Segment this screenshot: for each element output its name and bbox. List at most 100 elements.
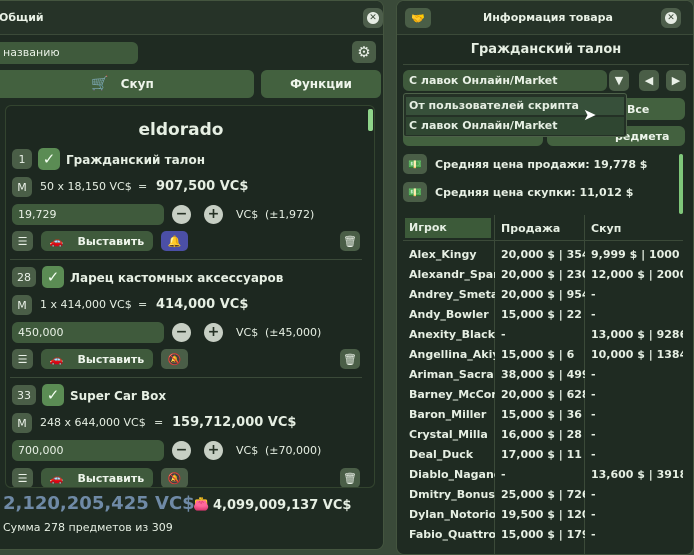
table-cell-buy: 10,000 $ | 1384 [591,348,683,361]
gear-icon: ⚙ [357,43,371,61]
table-cell-buy: - [591,288,596,301]
mouse-cursor-icon: ➤ [583,105,597,124]
info-scrollbar[interactable] [679,154,683,214]
search-input[interactable]: названию [0,42,138,64]
item-checkbox[interactable]: ✓ [38,148,60,170]
table-cell-player: Dylan_Notorio [409,508,495,521]
table-cell-player: Deal_Duck [409,448,474,461]
place-button[interactable]: 🚗 Выставить [41,231,153,251]
cart-icon: 🛒 [91,76,109,92]
trash-icon: 🗑 [343,234,357,248]
notify-toggle[interactable]: 🔕 [161,349,188,369]
table-cell-sell: - [501,328,506,341]
increase-button[interactable]: + [204,441,223,460]
delete-button[interactable]: 🗑 [340,349,360,369]
general-window: Общий ✕ названию ⚙ 🛒 Скуп Функции eldora… [0,0,384,550]
chevron-down-icon: ▼ [614,74,624,87]
window-title: Общий [0,11,44,24]
table-cell-buy: - [591,528,596,541]
divider [403,64,689,65]
mode-badge[interactable]: M [12,177,32,197]
notify-toggle[interactable]: 🔔 [161,231,188,251]
close-icon: ✕ [367,12,379,24]
list-icon: ☰ [17,471,28,485]
decrease-button[interactable]: − [172,323,191,342]
decrease-button[interactable]: − [172,205,191,224]
list-button[interactable]: ☰ [12,349,33,369]
wallet-total: 4,099,009,137 VC$ [213,498,352,513]
table-cell-player: Diablo_Nagano [409,468,495,481]
trash-icon: 🗑 [343,352,357,366]
chevron-left-icon: ◀ [644,74,654,87]
table-cell-sell: 16,000 $ | 28 [501,428,582,441]
dropdown-arrow-button[interactable]: ▼ [609,70,629,91]
shop-items-panel: eldorado 1 ✓ Гражданский талон M 50 x 18… [5,105,375,488]
table-cell-sell: 20,000 $ | 628 [501,388,585,401]
item-total: 414,000 VC$ [156,297,249,312]
item-total: 907,500 VC$ [156,179,249,194]
functions-button[interactable]: Функции [261,70,381,98]
avg-buy-price: Средняя цена скупки: 11,012 $ [435,186,634,199]
table-cell-buy: 13,600 $ | 3918 [591,468,683,481]
mode-badge[interactable]: M [12,413,32,433]
table-cell-player: Fabio_Quattro [409,528,495,541]
list-button[interactable]: ☰ [12,231,33,251]
item-checkbox[interactable]: ✓ [42,266,64,288]
place-button[interactable]: 🚗 Выставить [41,349,153,369]
table-cell-sell: 25,000 $ | 726 [501,488,585,501]
table-cell-sell: 20,000 $ | 9545 [501,288,585,301]
close-button[interactable]: ✕ [661,8,681,28]
header-player[interactable]: Игрок [405,218,491,238]
settings-button[interactable]: ⚙ [352,41,376,63]
delete-button[interactable]: 🗑 [340,231,360,251]
table-cell-sell: - [501,468,506,481]
increase-button[interactable]: + [204,205,223,224]
price-input[interactable]: 450,000 [12,322,164,343]
table-cell-player: Anexity_Black [409,328,495,341]
handshake-button[interactable]: 🤝 [405,8,431,28]
table-cell-buy: - [591,428,596,441]
place-button[interactable]: 🚗 Выставить [41,468,153,487]
next-button[interactable]: ▶ [666,70,686,91]
sellers-table: Игрок Продажа Скуп Alex_Kingy 20,000 $ | … [403,215,683,554]
mode-badge[interactable]: M [12,295,32,315]
table-cell-buy: - [591,308,596,321]
item-number: 33 [12,385,36,405]
qty-line: 248 x 644,000 VC$ [40,416,146,429]
notify-toggle[interactable]: 🔕 [161,468,188,487]
close-button[interactable]: ✕ [363,8,383,28]
car-icon: 🚗 [49,234,64,248]
table-cell-player: Andrey_Smeta [409,288,495,301]
qty-line: 50 x 18,150 VC$ [40,180,132,193]
table-cell-player: Angellina_Akiy [409,348,495,361]
list-icon: ☰ [17,234,28,248]
list-button[interactable]: ☰ [12,468,33,487]
header-buy[interactable]: Скуп [591,222,621,235]
delete-button[interactable]: 🗑 [340,468,360,487]
divider [10,259,362,260]
table-cell-sell: 19,500 $ | 1203 [501,508,585,521]
cash-icon: 💵 [403,154,427,174]
item-name: Гражданский талон [66,153,205,167]
item-total: 159,712,000 VC$ [172,415,297,430]
table-cell-player: Andy_Bowler [409,308,489,321]
item-checkbox[interactable]: ✓ [42,384,64,406]
buy-tab-button[interactable]: 🛒 Скуп [0,70,254,98]
wallet-icon: 👛 [193,497,210,512]
source-select[interactable]: С лавок Онлайн/Market [403,70,607,91]
table-cell-player: Barney_McCon [409,388,495,401]
avg-sell-price: Средняя цена продажи: 19,778 $ [435,158,648,171]
table-cell-player: Alexandr_Span [409,268,495,281]
summary-text: Сумма 278 предметов из 309 [3,521,173,534]
price-input[interactable]: 19,729 [12,204,164,225]
prev-button[interactable]: ◀ [639,70,659,91]
increase-button[interactable]: + [204,323,223,342]
header-sell[interactable]: Продажа [501,222,560,235]
scrollbar[interactable] [368,109,373,131]
chevron-right-icon: ▶ [671,74,681,87]
car-icon: 🚗 [49,471,64,485]
price-input[interactable]: 700,000 [12,440,164,461]
decrease-button[interactable]: − [172,441,191,460]
list-icon: ☰ [17,352,28,366]
table-cell-player: Crystal_Milla [409,428,488,441]
